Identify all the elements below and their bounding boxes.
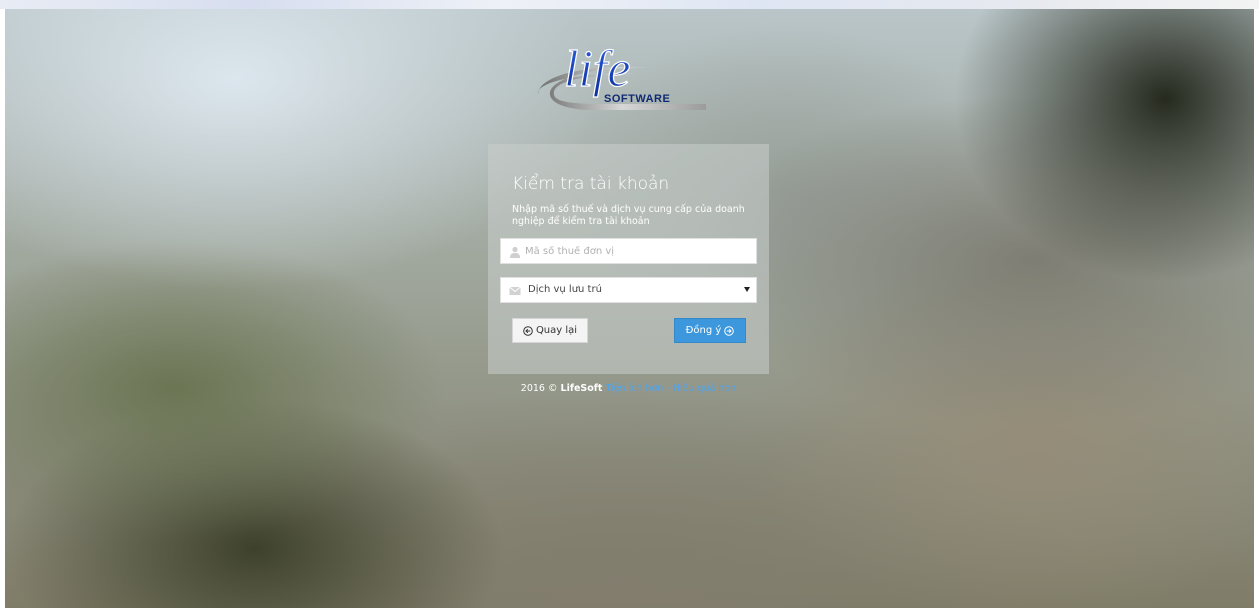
footer-tagline-link[interactable]: Tiện ích hơn - Hiệu quả hơn: [606, 383, 737, 394]
top-decor-strip: [0, 0, 1259, 9]
footer: 2016 © LifeSoft Tiện ích hơn - Hiệu quả …: [488, 383, 769, 394]
circle-arrow-right-icon: [724, 325, 735, 336]
lifesoft-logo: life SOFTWARE: [530, 34, 710, 116]
tax-code-input[interactable]: [525, 239, 751, 263]
envelope-icon: [509, 286, 521, 295]
chevron-down-icon: [744, 287, 750, 292]
back-button-label: Quay lại: [535, 325, 578, 336]
service-select-value: Dịch vụ lưu trú: [528, 284, 602, 295]
panel-subtitle: Nhập mã số thuế và dịch vụ cung cấp của …: [512, 204, 745, 227]
page: life SOFTWARE Kiểm tra tài khoản Nhập mã…: [0, 0, 1259, 608]
submit-button[interactable]: Đồng ý: [674, 318, 746, 343]
logo-word: life: [564, 41, 630, 98]
back-button[interactable]: Quay lại: [512, 318, 588, 343]
user-icon: [510, 246, 520, 258]
footer-brand: LifeSoft: [560, 383, 603, 394]
tax-code-field[interactable]: [500, 238, 757, 264]
footer-year: 2016 ©: [520, 383, 558, 394]
account-check-panel: Kiểm tra tài khoản Nhập mã số thuế và dị…: [488, 144, 769, 374]
submit-button-label: Đồng ý: [685, 325, 722, 336]
service-select[interactable]: Dịch vụ lưu trú: [500, 277, 757, 303]
circle-arrow-left-icon: [523, 325, 533, 336]
logo-software-text: SOFTWARE: [604, 93, 671, 105]
panel-title: Kiểm tra tài khoản: [512, 174, 670, 194]
